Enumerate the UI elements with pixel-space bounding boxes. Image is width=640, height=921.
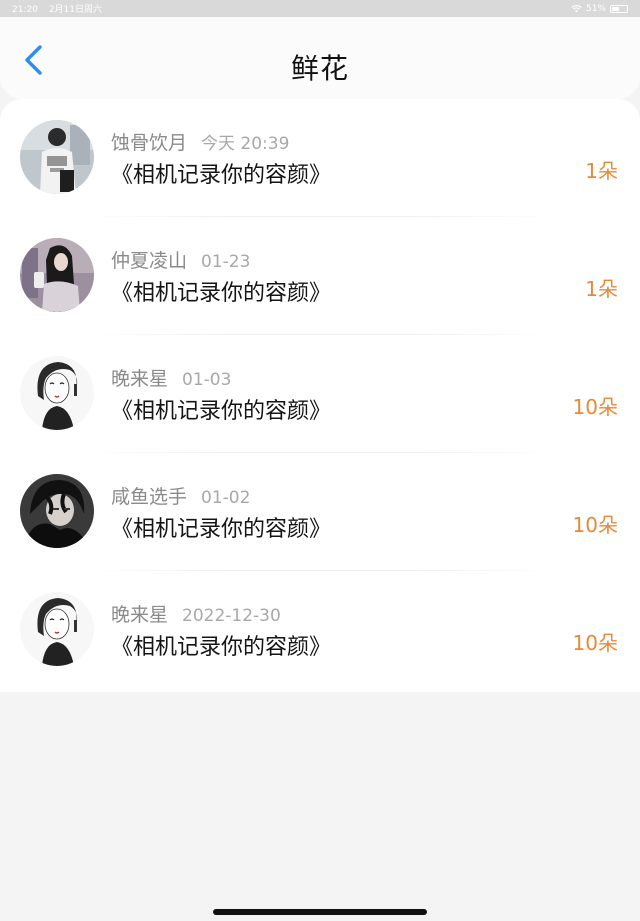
page-title: 鲜花 <box>290 52 349 85</box>
status-time: 21:20 <box>12 5 38 15</box>
list-item[interactable]: 咸鱼选手 01-02 《相机记录你的容颜》 10朵 <box>0 453 640 571</box>
item-meta: 仲夏凌山 01-23 <box>111 246 250 273</box>
book-title[interactable]: 《相机记录你的容颜》 <box>111 511 331 543</box>
battery-percent: 51% <box>585 3 606 14</box>
send-date: 01-03 <box>182 370 232 390</box>
sender-name[interactable]: 仲夏凌山 <box>111 250 187 272</box>
status-right: 51% <box>571 4 628 14</box>
status-bar: 21:20 2月11日周六 51% <box>0 0 640 17</box>
flower-count: 10朵 <box>572 395 618 419</box>
list-item[interactable]: 蚀骨饮月 今天 20:39 《相机记录你的容颜》 1朵 <box>0 99 640 217</box>
avatar[interactable] <box>20 356 94 430</box>
flower-list: 蚀骨饮月 今天 20:39 《相机记录你的容颜》 1朵 仲夏凌山 01-23 《相机… <box>0 99 640 692</box>
wifi-icon <box>571 4 582 12</box>
avatar-photo-sweater <box>20 120 94 194</box>
book-title[interactable]: 《相机记录你的容颜》 <box>111 393 331 425</box>
list-item[interactable]: 仲夏凌山 01-23 《相机记录你的容颜》 1朵 <box>0 217 640 335</box>
book-title[interactable]: 《相机记录你的容颜》 <box>111 275 331 307</box>
sender-name[interactable]: 蚀骨饮月 <box>111 132 187 154</box>
flower-count: 10朵 <box>572 631 618 655</box>
home-indicator[interactable] <box>213 909 427 915</box>
avatar[interactable] <box>20 474 94 548</box>
list-item[interactable]: 晚来星 2022-12-30 《相机记录你的容颜》 10朵 <box>0 571 640 689</box>
avatar[interactable] <box>20 120 94 194</box>
flower-count: 1朵 <box>585 277 618 301</box>
list-item[interactable]: 晚来星 01-03 《相机记录你的容颜》 10朵 <box>0 335 640 453</box>
flower-count: 1朵 <box>585 159 618 183</box>
sender-name[interactable]: 咸鱼选手 <box>111 486 187 508</box>
book-title[interactable]: 《相机记录你的容颜》 <box>111 157 331 189</box>
send-date: 2022-12-30 <box>182 606 281 626</box>
item-meta: 晚来星 2022-12-30 <box>111 600 281 627</box>
sender-name[interactable]: 晚来星 <box>111 368 168 390</box>
navbar: 鲜花 <box>0 17 640 99</box>
send-date: 01-02 <box>201 488 251 508</box>
status-date: 2月11日周六 <box>48 5 102 15</box>
item-meta: 咸鱼选手 01-02 <box>111 482 250 509</box>
send-date: 01-23 <box>201 252 251 272</box>
avatar-photo-girl-phone <box>20 238 94 312</box>
avatar[interactable] <box>20 592 94 666</box>
send-date: 今天 20:39 <box>201 134 290 154</box>
item-meta: 蚀骨饮月 今天 20:39 <box>111 128 289 155</box>
avatar-sketch-girl <box>20 592 94 666</box>
battery-fill <box>612 6 619 11</box>
flower-count: 10朵 <box>572 513 618 537</box>
battery-icon <box>610 4 628 13</box>
status-left: 21:20 2月11日周六 <box>12 2 110 15</box>
item-meta: 晚来星 01-03 <box>111 364 231 391</box>
avatar-sketch-girl <box>20 356 94 430</box>
avatar-anime-boy <box>20 474 94 548</box>
sender-name[interactable]: 晚来星 <box>111 604 168 626</box>
book-title[interactable]: 《相机记录你的容颜》 <box>111 629 331 661</box>
avatar[interactable] <box>20 238 94 312</box>
